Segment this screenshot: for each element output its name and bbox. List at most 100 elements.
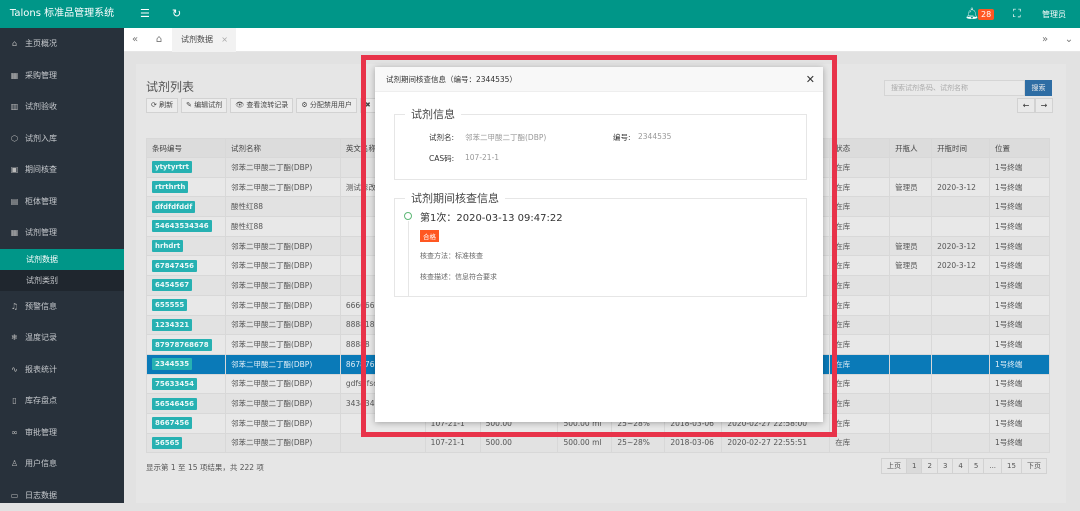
bell-icon[interactable]: 🔔︎ [965, 7, 979, 20]
sidebar-item[interactable]: ▭日志数据 [0, 480, 124, 511]
sidebar-item-label: 主页概况 [25, 28, 57, 60]
sidebar-item[interactable]: ♫预警信息 [0, 291, 124, 323]
table-cell: 在库 [830, 236, 890, 256]
sidebar-item[interactable]: ❄温度记录 [0, 322, 124, 354]
barcode-tag[interactable]: 67847456 [152, 260, 197, 272]
barcode-tag[interactable]: 75633454 [152, 378, 197, 390]
scroll-right-icon[interactable]: » [1034, 28, 1056, 52]
sidebar-item[interactable]: ▥试剂验收 [0, 91, 124, 123]
label: 刷新 [159, 101, 173, 109]
barcode-tag[interactable]: 655555 [152, 299, 187, 311]
column-header[interactable]: 开瓶时间 [932, 139, 990, 158]
sidebar-item[interactable]: ⬡试剂入库 [0, 123, 124, 155]
sidebar-item[interactable]: ∞审批管理 [0, 417, 124, 449]
table-cell: 75633454 [147, 374, 226, 394]
table-cell: 邻苯二甲酸二丁酯(DBP) [225, 354, 340, 374]
sidebar-subitem[interactable]: 试剂数据 [0, 249, 124, 270]
page-button[interactable]: 3 [937, 458, 953, 474]
table-cell: 87978768678 [147, 335, 226, 355]
column-header[interactable]: 开瓶人 [890, 139, 932, 158]
barcode-tag[interactable]: 8667456 [152, 417, 192, 429]
view-flow-button[interactable]: 👁︎ 查看流转记录 [230, 98, 293, 113]
table-cell: 在库 [830, 217, 890, 237]
table-cell: ytytyrtrt [147, 158, 226, 178]
sidebar-item[interactable]: ▯库存盘点 [0, 385, 124, 417]
sidebar-subitem[interactable]: 试剂类别 [0, 270, 124, 291]
barcode-tag[interactable]: 54643534346 [152, 220, 212, 232]
page-button[interactable]: 15 [1001, 458, 1022, 474]
edit-reagent-button[interactable]: ✎ 编辑试剂 [181, 98, 227, 113]
sidebar-item[interactable]: ♙用户信息 [0, 448, 124, 480]
sidebar-item[interactable]: ▦试剂管理 [0, 217, 124, 249]
page-button[interactable]: ... [983, 458, 1002, 474]
sidebar-item[interactable]: ▤柜体管理 [0, 186, 124, 218]
page-button[interactable]: 4 [952, 458, 968, 474]
barcode-tag[interactable]: ytytyrtrt [152, 161, 192, 173]
fullscreen-icon[interactable]: ⛶ [1013, 7, 1021, 21]
barcode-tag[interactable]: 1234321 [152, 319, 192, 331]
table-cell [932, 374, 990, 394]
page-button[interactable]: 2 [921, 458, 937, 474]
sidebar-item-label: 报表统计 [25, 354, 57, 386]
column-header[interactable]: 状态 [830, 139, 890, 158]
sidebar-item[interactable]: ▦采购管理 [0, 60, 124, 92]
sidebar-item[interactable]: ⌂主页概况 [0, 28, 124, 60]
search-input[interactable]: 搜索试剂条码、试剂名称 [884, 80, 1025, 96]
cart-icon: ▦ [10, 60, 19, 92]
table-cell: 1号终端 [990, 335, 1050, 355]
table-cell: 在库 [830, 197, 890, 217]
label: 编辑试剂 [194, 101, 222, 109]
notification-badge[interactable]: 28 [978, 9, 994, 20]
table-cell: 邻苯二甲酸二丁酯(DBP) [225, 315, 340, 335]
table-cell: 1号终端 [990, 394, 1050, 414]
tab-reagent-data[interactable]: 试剂数据× [172, 28, 236, 52]
barcode-tag[interactable]: 56565 [152, 437, 182, 449]
barcode-tag[interactable]: 87978768678 [152, 339, 212, 351]
column-header[interactable]: 条码编号 [147, 139, 226, 158]
refresh-button[interactable]: ⟳ 刷新 [146, 98, 178, 113]
home-tab-icon[interactable]: ⌂ [148, 28, 170, 52]
table-cell [890, 394, 932, 414]
table-cell: 邻苯二甲酸二丁酯(DBP) [225, 177, 340, 197]
column-header[interactable]: 位置 [990, 139, 1050, 158]
scroll-left-icon[interactable]: « [124, 28, 146, 52]
barcode-tag[interactable]: 6454567 [152, 279, 192, 291]
home-icon: ⌂ [10, 28, 19, 60]
table-cell: hrhdrt [147, 236, 226, 256]
page-button[interactable]: 下页 [1021, 458, 1047, 474]
barcode-tag[interactable]: hrhdrt [152, 240, 183, 252]
table-cell: 54643534346 [147, 217, 226, 237]
log-icon: ▭ [10, 480, 19, 511]
page-button[interactable]: 上页 [881, 458, 907, 474]
barcode-tag[interactable]: rtrthrth [152, 181, 188, 193]
table-cell [890, 413, 932, 433]
table-cell [890, 276, 932, 296]
user-icon: ♙ [10, 448, 19, 480]
page-button[interactable]: 5 [968, 458, 984, 474]
column-header[interactable]: 试剂名称 [225, 139, 340, 158]
search-button[interactable]: 搜索 [1025, 80, 1052, 96]
arrow-left-icon[interactable]: ← [1017, 98, 1035, 113]
sidebar-item[interactable]: ▣期间核查 [0, 154, 124, 186]
table-cell [890, 374, 932, 394]
page-button[interactable]: 1 [906, 458, 922, 474]
barcode-tag[interactable]: dfdfdfddf [152, 201, 195, 213]
arrow-right-icon[interactable]: → [1035, 98, 1053, 113]
table-cell: 邻苯二甲酸二丁酯(DBP) [225, 394, 340, 414]
barcode-tag[interactable]: 2344535 [152, 358, 192, 370]
barcode-tag[interactable]: 56546456 [152, 398, 197, 410]
toolbar: ⟳ 刷新 ✎ 编辑试剂 👁︎ 查看流转记录 ⚙ 分配禁用用户 ✖ [146, 98, 376, 113]
sidebar-item-label: 试剂入库 [25, 123, 57, 155]
refresh-icon[interactable]: ↻ [172, 7, 181, 20]
sidebar-item[interactable]: ∿报表统计 [0, 354, 124, 386]
close-tab-icon[interactable]: × [221, 28, 228, 52]
check-icon: ▥ [10, 91, 19, 123]
table-cell: 1号终端 [990, 276, 1050, 296]
assign-users-button[interactable]: ⚙ 分配禁用用户 [296, 98, 357, 113]
table-cell: 在库 [830, 256, 890, 276]
table-cell: 1号终端 [990, 315, 1050, 335]
chevron-down-icon[interactable]: ⌄ [1058, 28, 1080, 52]
menu-icon[interactable]: ☰ [140, 7, 150, 20]
user-menu[interactable]: 管理员 [1042, 9, 1066, 20]
table-cell: dfdfdfddf [147, 197, 226, 217]
